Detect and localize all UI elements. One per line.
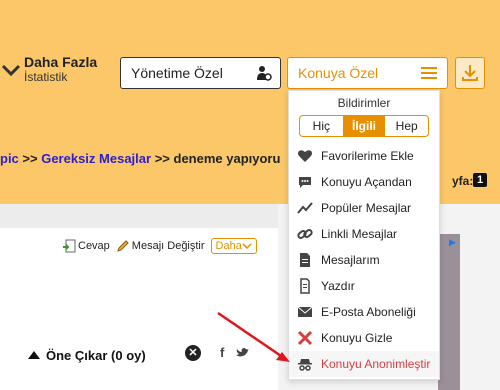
more-dropdown[interactable]: Daha xyxy=(210,238,257,254)
envelope-icon xyxy=(297,306,313,317)
user-settings-icon xyxy=(257,66,272,81)
red-x-icon xyxy=(297,330,313,346)
menu-item-email-subscription[interactable]: E-Posta Aboneliği xyxy=(289,299,439,325)
menu-item-hide-topic[interactable]: Konuyu Gizle xyxy=(289,325,439,351)
reply-label: Cevap xyxy=(78,240,110,252)
menu-item-print[interactable]: Yazdır xyxy=(289,273,439,299)
notify-none-option[interactable]: Hiç xyxy=(300,116,343,136)
breadcrumb-current: deneme yapıyoru xyxy=(173,151,281,166)
notifications-title: Bildirimler xyxy=(337,96,391,110)
menu-item-label: Konuyu Anonimleştir xyxy=(321,357,431,371)
menu-item-label: Linkli Mesajlar xyxy=(321,227,398,241)
link-icon xyxy=(297,229,313,239)
menu-item-label: Popüler Mesajlar xyxy=(321,201,412,215)
menu-item-label: E-Posta Aboneliği xyxy=(321,305,416,319)
hamburger-menu-icon xyxy=(421,67,437,79)
reply-icon xyxy=(63,239,76,253)
download-button[interactable] xyxy=(455,57,485,89)
post-header xyxy=(0,204,278,228)
document-icon xyxy=(300,253,310,267)
breadcrumb: pic >> Gereksiz Mesajlar >> deneme yapıy… xyxy=(0,151,280,166)
breadcrumb-link[interactable]: Gereksiz Mesajlar xyxy=(41,151,151,166)
menu-item-favorites[interactable]: Favorilerime Ekle xyxy=(289,143,439,169)
post-actions: Cevap Mesajı Değiştir Daha xyxy=(62,238,257,254)
menu-item-linked[interactable]: Linkli Mesajlar xyxy=(289,221,439,247)
chevron-down-icon xyxy=(1,64,21,77)
social-share: f xyxy=(220,345,250,360)
topic-options-label: Konuya Özel xyxy=(298,65,379,81)
page-number[interactable]: 1 xyxy=(473,173,487,187)
notification-level-toggle: Hiç İlgili Hep xyxy=(299,115,429,137)
menu-item-label: Mesajlarım xyxy=(321,253,380,267)
stats-section[interactable]: Daha Fazla İstatistik xyxy=(0,54,97,84)
menu-item-from-author[interactable]: Konuyu Açandan xyxy=(289,169,439,195)
up-triangle-icon xyxy=(28,351,40,359)
menu-item-label: Konuyu Gizle xyxy=(321,331,393,345)
management-button[interactable]: Yönetime Özel xyxy=(120,57,281,89)
notify-always-option[interactable]: Hep xyxy=(385,116,428,136)
page-label: yfa: xyxy=(452,174,474,188)
trend-icon xyxy=(297,202,313,214)
stats-subtitle: İstatistik xyxy=(24,70,68,84)
close-icon[interactable]: ✕ xyxy=(185,345,201,361)
edit-action[interactable]: Mesajı Değiştir xyxy=(116,239,205,253)
menu-item-label: Favorilerime Ekle xyxy=(321,149,414,163)
promote-label: Öne Çıkar (0 oy) xyxy=(46,347,146,363)
more-label: Daha xyxy=(215,240,242,252)
incognito-icon xyxy=(298,359,312,371)
speech-bubble-icon xyxy=(299,177,311,188)
notify-relevant-option[interactable]: İlgili xyxy=(342,116,386,136)
reply-action[interactable]: Cevap xyxy=(62,239,110,253)
stats-title: Daha Fazla xyxy=(24,54,98,70)
chevron-down-icon xyxy=(242,243,252,250)
edit-label: Mesajı Değiştir xyxy=(131,240,205,252)
management-label: Yönetime Özel xyxy=(131,65,223,81)
menu-item-label: Yazdır xyxy=(321,279,355,293)
menu-item-my-messages[interactable]: Mesajlarım xyxy=(289,247,439,273)
topic-options-button[interactable]: Konuya Özel xyxy=(287,57,448,89)
breadcrumb-prefix[interactable]: pic xyxy=(0,151,19,166)
twitter-icon[interactable] xyxy=(236,347,250,359)
menu-item-anonymize-topic[interactable]: Konuyu Anonimleştir xyxy=(289,351,439,377)
ad-banner[interactable] xyxy=(438,234,460,390)
print-icon xyxy=(300,278,310,294)
pencil-icon xyxy=(117,240,129,252)
facebook-icon[interactable]: f xyxy=(220,345,224,360)
promote-button[interactable]: Öne Çıkar (0 oy) xyxy=(18,342,164,368)
ad-choices-icon[interactable]: ▶ xyxy=(449,237,459,247)
menu-item-label: Konuyu Açandan xyxy=(321,175,412,189)
heart-icon xyxy=(298,150,312,162)
download-icon xyxy=(462,65,478,81)
topic-options-menu: Bildirimler Hiç İlgili Hep Favorilerime … xyxy=(288,90,440,380)
menu-item-popular[interactable]: Popüler Mesajlar xyxy=(289,195,439,221)
breadcrumb-separator: >> xyxy=(151,151,174,166)
breadcrumb-separator: >> xyxy=(18,151,42,166)
